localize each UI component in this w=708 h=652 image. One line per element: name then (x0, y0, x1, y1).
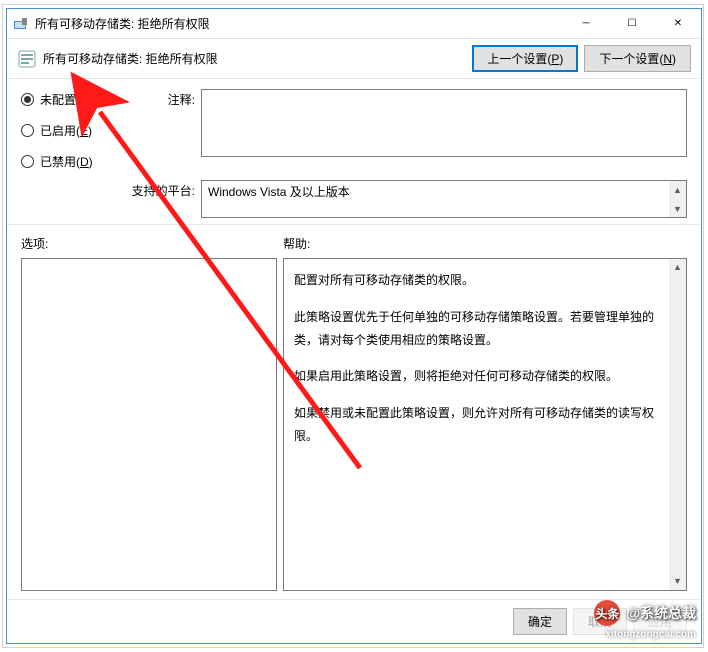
configuration-area: 未配置(C) 已启用(E) 已禁用(D) 注释: 支持的平台: Windows … (7, 79, 701, 225)
help-panel: 配置对所有可移动存储类的权限。 此策略设置优先于任何单独的可移动存储策略设置。若… (283, 258, 687, 591)
scroll-up-icon[interactable]: ▲ (669, 181, 686, 198)
options-label: 选项: (21, 235, 283, 252)
radio-dot-icon (21, 124, 34, 137)
supported-on-text: Windows Vista 及以上版本 (208, 185, 350, 199)
titlebar: 所有可移动存储类: 拒绝所有权限 ─ ☐ ✕ (7, 9, 701, 39)
help-text: 如果禁用或未配置此策略设置，则允许对所有可移动存储类的读写权限。 (294, 402, 662, 448)
previous-setting-button[interactable]: 上一个设置(P) (472, 45, 578, 72)
options-panel (21, 258, 277, 591)
radio-dot-icon (21, 93, 34, 106)
supported-on-box: Windows Vista 及以上版本 ▲ ▼ (201, 180, 687, 218)
help-text: 此策略设置优先于任何单独的可移动存储策略设置。若要管理单独的类，请对每个类使用相… (294, 306, 662, 352)
scrollbar[interactable]: ▲ ▼ (669, 181, 686, 217)
lower-area: 选项: 帮助: 配置对所有可移动存储类的权限。 此策略设置优先于任何单独的可移动… (7, 225, 701, 599)
state-radio-group: 未配置(C) 已启用(E) 已禁用(D) (21, 89, 139, 170)
toolbar: 所有可移动存储类: 拒绝所有权限 上一个设置(P) 下一个设置(N) (7, 39, 701, 79)
watermark: 头条 @系统总裁 xitongzongcai.com (594, 600, 696, 626)
radio-not-configured[interactable]: 未配置(C) (21, 91, 139, 108)
policy-icon (17, 49, 37, 69)
close-button[interactable]: ✕ (655, 9, 701, 38)
policy-name: 所有可移动存储类: 拒绝所有权限 (43, 50, 472, 67)
maximize-button[interactable]: ☐ (609, 9, 655, 38)
watermark-brand: @系统总裁 (626, 603, 696, 623)
next-setting-button[interactable]: 下一个设置(N) (584, 45, 691, 72)
supported-on-label: 支持的平台: (21, 180, 195, 199)
scroll-down-icon[interactable]: ▼ (669, 573, 686, 590)
help-text: 配置对所有可移动存储类的权限。 (294, 269, 662, 292)
policy-editor-window: 所有可移动存储类: 拒绝所有权限 ─ ☐ ✕ 所有可移动存储类: 拒绝所有权限 … (6, 8, 702, 644)
help-text: 如果启用此策略设置，则将拒绝对任何可移动存储类的权限。 (294, 365, 662, 388)
watermark-badge: 头条 (594, 600, 620, 626)
window-controls: ─ ☐ ✕ (563, 9, 701, 38)
comment-label: 注释: (139, 89, 195, 157)
radio-dot-icon (21, 155, 34, 168)
minimize-button[interactable]: ─ (563, 9, 609, 38)
scroll-up-icon[interactable]: ▲ (669, 259, 686, 276)
help-label: 帮助: (283, 235, 310, 252)
app-icon (13, 16, 29, 32)
scrollbar[interactable]: ▲ ▼ (669, 259, 686, 590)
scroll-down-icon[interactable]: ▼ (669, 200, 686, 217)
radio-enabled[interactable]: 已启用(E) (21, 122, 139, 139)
comment-textarea[interactable] (201, 89, 687, 157)
ok-button[interactable]: 确定 (513, 608, 567, 635)
window-title: 所有可移动存储类: 拒绝所有权限 (35, 15, 563, 32)
radio-disabled[interactable]: 已禁用(D) (21, 153, 139, 170)
watermark-url: xitongzongcai.com (605, 629, 696, 640)
